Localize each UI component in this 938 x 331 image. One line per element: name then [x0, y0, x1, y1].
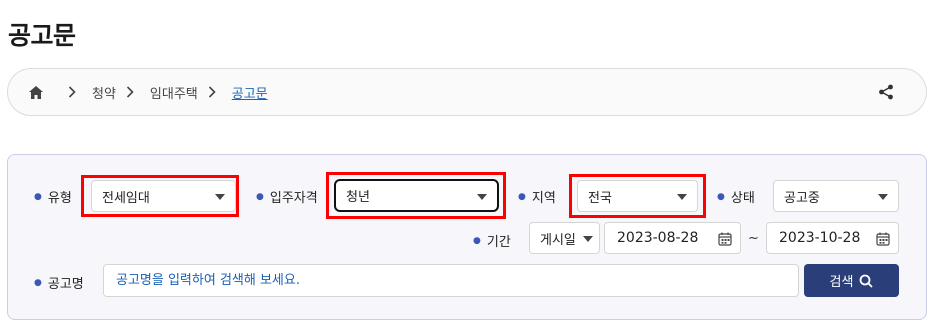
breadcrumb-item-subscription[interactable]: 청약 [92, 83, 116, 102]
page-title: 공고문 [8, 21, 76, 50]
period-label: ● 기간 [473, 235, 511, 250]
status-label: ● 상태 [717, 191, 755, 206]
eligibility-label: ● 입주자격 [256, 191, 318, 206]
region-select[interactable]: 전국 [577, 180, 698, 212]
announcement-search-input[interactable] [103, 264, 799, 297]
caret-down-icon [583, 236, 593, 242]
caret-down-icon [215, 194, 225, 200]
calendar-icon[interactable] [718, 232, 732, 246]
end-date-input[interactable]: 2023-10-28 [766, 222, 899, 254]
caret-down-icon [477, 194, 487, 200]
share-icon[interactable] [878, 84, 896, 102]
home-icon[interactable] [28, 84, 44, 100]
breadcrumb-item-rental-housing[interactable]: 임대주택 [150, 83, 198, 102]
type-label: ● 유형 [34, 191, 72, 206]
type-select[interactable]: 전세임대 [91, 180, 236, 212]
date-range-separator: ~ [748, 231, 759, 246]
calendar-icon[interactable] [876, 232, 890, 246]
chevron-right-icon [66, 85, 78, 99]
caret-down-icon [677, 194, 687, 200]
status-select[interactable]: 공고중 [773, 180, 899, 212]
caret-down-icon [878, 194, 888, 200]
eligibility-select[interactable]: 청년 [334, 179, 499, 212]
start-date-input[interactable]: 2023-08-28 [604, 222, 741, 254]
period-basis-select[interactable]: 게시일 [529, 222, 600, 254]
region-label: ● 지역 [518, 191, 556, 206]
search-button[interactable]: 검색 [804, 264, 899, 297]
chevron-right-icon [206, 85, 218, 99]
breadcrumb-current[interactable]: 공고문 [232, 83, 268, 102]
search-filter-panel: ● 유형 전세임대 ● 입주자격 청년 ● 지역 전국 ● 상태 공고중 ● 기간 게시일… [7, 154, 927, 320]
chevron-right-icon [124, 85, 136, 99]
keyword-label: ● 공고명 [34, 277, 84, 292]
search-icon [860, 274, 874, 288]
breadcrumb: 청약 임대주택 공고문 [7, 68, 927, 116]
